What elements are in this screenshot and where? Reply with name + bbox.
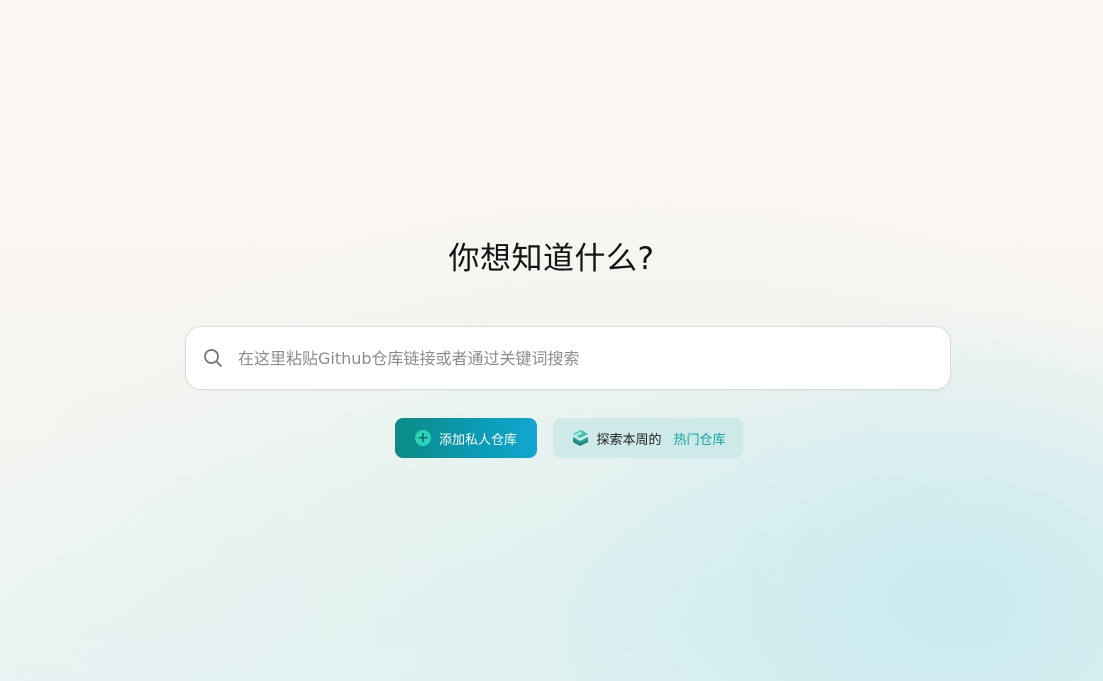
- page-title: 你想知道什么?: [448, 241, 655, 277]
- explore-trending-button[interactable]: 探索本周的 热门仓库: [553, 418, 743, 458]
- add-private-repo-button[interactable]: + 添加私人仓库: [395, 418, 537, 458]
- action-buttons: + 添加私人仓库 探索本周的 热门仓库: [395, 418, 743, 458]
- hero-section: 你想知道什么?: [0, 236, 1103, 282]
- book-stack-icon: [570, 428, 590, 448]
- search-input[interactable]: [236, 337, 934, 379]
- explore-highlight-label: 热门仓库: [673, 432, 726, 448]
- search-box[interactable]: [185, 326, 951, 390]
- plus-circle-icon: +: [414, 430, 431, 446]
- search-icon: [202, 347, 224, 369]
- explore-prefix-label: 探索本周的: [596, 432, 662, 448]
- add-private-repo-label: 添加私人仓库: [438, 432, 517, 448]
